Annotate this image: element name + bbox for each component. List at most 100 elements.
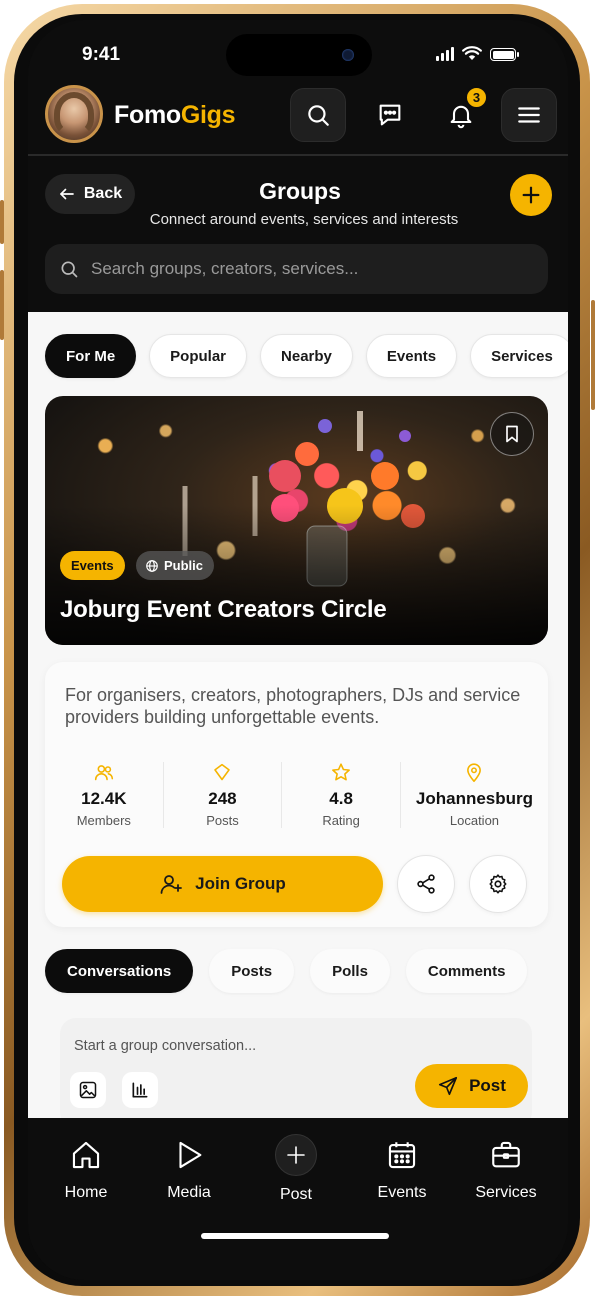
bookmark-button[interactable] — [490, 412, 534, 456]
nav-services[interactable]: Services — [461, 1138, 551, 1202]
tab-polls[interactable]: Polls — [310, 949, 390, 993]
image-icon — [79, 1081, 97, 1099]
battery-icon — [490, 48, 519, 61]
filter-chip-for-me[interactable]: For Me — [45, 334, 137, 378]
nav-label: Media — [167, 1184, 211, 1201]
visibility-label: Public — [164, 558, 204, 573]
content-tabs: Conversations Posts Polls Comments — [45, 949, 528, 993]
send-icon — [439, 1076, 458, 1096]
messages-button[interactable] — [362, 88, 418, 142]
conversation-input[interactable]: Start a group conversation... — [74, 1038, 256, 1054]
stat-value: 248 — [208, 789, 237, 808]
brand-name-accent: Gigs — [180, 101, 236, 129]
nav-label: Events — [377, 1184, 427, 1201]
bookmark-icon — [506, 425, 518, 443]
group-cover-image: Events Public Joburg Event Creators Circ… — [45, 396, 548, 645]
location-pin-icon — [467, 763, 482, 783]
group-info-card: For organisers, creators, photographers,… — [45, 662, 548, 927]
globe-icon — [146, 559, 158, 572]
tab-comments[interactable]: Comments — [405, 949, 528, 993]
share-button[interactable] — [397, 855, 455, 913]
stat-posts: 248 Posts — [164, 762, 283, 828]
search-icon — [61, 261, 78, 278]
dynamic-island — [226, 34, 372, 76]
stat-location: Johannesburg Location — [401, 762, 548, 828]
users-icon — [94, 765, 113, 781]
share-icon — [417, 874, 435, 894]
avatar[interactable] — [45, 85, 103, 143]
stat-rating: 4.8 Rating — [282, 762, 401, 828]
stat-value: 4.8 — [329, 789, 353, 808]
page-title: Groups — [259, 178, 341, 204]
group-name: Joburg Event Creators Circle — [60, 596, 387, 623]
add-poll-button[interactable] — [122, 1072, 158, 1108]
filter-chip-nearby[interactable]: Nearby — [260, 334, 353, 378]
side-button — [0, 270, 4, 340]
settings-button[interactable] — [469, 855, 527, 913]
join-group-label: Join Group — [195, 874, 286, 893]
post-label: Post — [469, 1076, 506, 1095]
app-header: FomoGigs 3 — [28, 80, 568, 156]
phone-screen: 9:41 FomoGigs 3 Back Groups Connect arou… — [28, 20, 568, 1280]
nav-home[interactable]: Home — [41, 1138, 131, 1202]
nav-post[interactable]: Post — [251, 1134, 341, 1204]
tab-conversations[interactable]: Conversations — [45, 949, 194, 993]
brand-logo: FomoGigs — [114, 101, 236, 130]
nav-media[interactable]: Media — [144, 1138, 234, 1202]
notifications-button[interactable]: 3 — [433, 86, 489, 142]
conversation-composer: Start a group conversation... Post — [60, 1018, 532, 1118]
stat-label: Posts — [206, 813, 239, 828]
notification-badge: 3 — [465, 86, 488, 109]
filter-chips: For Me Popular Nearby Events Services — [45, 334, 568, 378]
search-input[interactable]: Search groups, creators, services... — [91, 259, 358, 279]
stat-value: 12.4K — [81, 789, 127, 808]
side-button — [0, 200, 4, 244]
category-tag: Events — [60, 551, 125, 580]
bottom-navigation: Home Media Post Events Services — [28, 1118, 568, 1280]
status-time: 9:41 — [82, 44, 121, 65]
stat-members: 12.4K Members — [45, 762, 164, 828]
nav-label: Home — [64, 1184, 108, 1201]
side-button — [591, 300, 595, 410]
chat-icon — [379, 104, 401, 126]
post-button[interactable]: Post — [415, 1064, 528, 1108]
filter-chip-popular[interactable]: Popular — [149, 334, 248, 378]
page-subtitle: Connect around events, services and inte… — [149, 211, 459, 228]
bar-chart-icon — [132, 1082, 148, 1098]
signal-icon — [436, 47, 454, 61]
search-bar[interactable]: Search groups, creators, services... — [45, 244, 548, 294]
stat-label: Location — [449, 813, 500, 828]
briefcase-icon — [492, 1141, 520, 1168]
create-group-button[interactable] — [510, 174, 552, 216]
plus-icon — [522, 186, 540, 204]
home-indicator — [201, 1233, 389, 1239]
add-user-icon — [160, 875, 183, 894]
filter-chip-services[interactable]: Services — [470, 334, 568, 378]
add-image-button[interactable] — [70, 1072, 106, 1108]
group-description: For organisers, creators, photographers,… — [65, 685, 521, 727]
filter-chip-events[interactable]: Events — [365, 334, 458, 378]
nav-label: Post — [279, 1186, 312, 1203]
play-icon — [179, 1141, 202, 1169]
calendar-icon — [388, 1142, 416, 1169]
brand-name: Fomo — [114, 101, 181, 129]
nav-events[interactable]: Events — [357, 1138, 447, 1202]
visibility-tag: Public — [136, 551, 215, 580]
search-icon — [308, 105, 329, 126]
tab-posts[interactable]: Posts — [209, 949, 295, 993]
stat-value: Johannesburg — [415, 789, 534, 808]
search-button[interactable] — [290, 88, 346, 142]
join-group-button[interactable]: Join Group — [62, 856, 383, 912]
stat-label: Rating — [322, 813, 360, 828]
group-stats: 12.4K Members 248 Posts 4.8 Rating Johan… — [45, 762, 548, 828]
hamburger-menu-icon — [518, 107, 540, 123]
stat-label: Members — [76, 813, 131, 828]
home-icon — [72, 1141, 100, 1169]
gear-icon — [489, 874, 507, 894]
nav-label: Services — [475, 1184, 537, 1201]
content-area: For Me Popular Nearby Events Services Ev… — [28, 312, 568, 1118]
wifi-icon — [462, 46, 482, 60]
message-icon — [214, 763, 231, 781]
camera-icon — [342, 49, 354, 61]
menu-button[interactable] — [501, 88, 557, 142]
